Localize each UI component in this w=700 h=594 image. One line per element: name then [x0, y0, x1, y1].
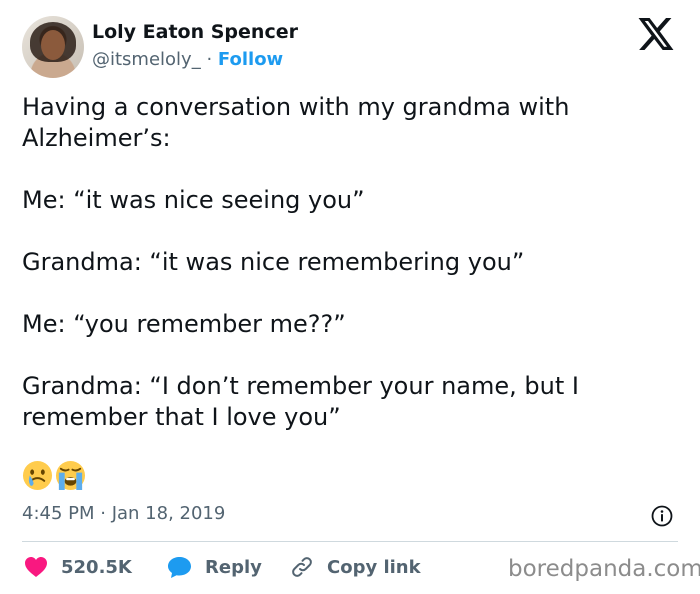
divider	[22, 541, 678, 542]
x-logo-icon[interactable]	[638, 18, 674, 50]
info-icon[interactable]	[651, 505, 673, 527]
loudly-crying-face-icon	[55, 460, 86, 491]
follow-button[interactable]: Follow	[218, 49, 283, 70]
copy-link-button[interactable]: Copy link	[290, 553, 421, 581]
author-name[interactable]: Loly Eaton Spencer	[92, 21, 298, 43]
separator-dot: ·	[206, 49, 213, 70]
author-handle[interactable]: @itsmeloly_	[92, 49, 201, 70]
reply-label: Reply	[205, 556, 262, 578]
avatar-face	[41, 30, 65, 60]
like-button[interactable]: 520.5K	[24, 553, 132, 581]
tweet-text: Having a conversation with my grandma wi…	[22, 93, 579, 431]
tweet-timestamp[interactable]: 4:45 PM · Jan 18, 2019	[22, 503, 225, 524]
reply-button[interactable]: Reply	[167, 553, 262, 581]
crying-face-icon	[22, 460, 53, 491]
watermark: boredpanda.com	[508, 556, 700, 582]
avatar[interactable]	[22, 16, 84, 78]
like-count: 520.5K	[61, 556, 132, 578]
link-icon	[292, 557, 312, 577]
copy-link-label: Copy link	[327, 556, 421, 578]
author-handle-row: @itsmeloly_ · Follow	[92, 49, 283, 70]
reply-bubble-icon	[168, 556, 191, 578]
heart-icon	[25, 557, 47, 577]
